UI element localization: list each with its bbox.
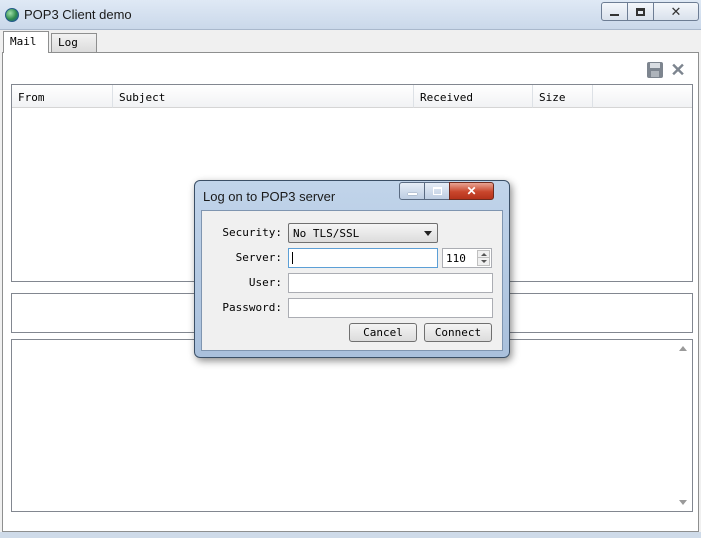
chevron-down-icon (424, 231, 432, 236)
scroll-up-icon[interactable] (679, 346, 687, 351)
security-selected-value: No TLS/SSL (293, 227, 360, 240)
minimize-icon (407, 193, 417, 195)
port-value: 110 (446, 252, 466, 265)
tab-log[interactable]: Log (51, 33, 97, 52)
spin-down-icon[interactable] (477, 257, 490, 266)
close-button[interactable]: ✕ (653, 2, 699, 21)
close-icon: ✕ (670, 3, 682, 19)
dialog-window-controls: ✕ (399, 182, 494, 200)
security-label: Security: (222, 226, 282, 239)
server-input[interactable] (288, 248, 438, 268)
vertical-scrollbar[interactable] (675, 340, 692, 511)
security-select[interactable]: No TLS/SSL (288, 223, 438, 243)
dialog-title: Log on to POP3 server (203, 189, 336, 204)
save-icon[interactable] (647, 62, 663, 78)
window-bottom-edge (0, 532, 701, 538)
server-label: Server: (235, 251, 282, 264)
password-input[interactable] (288, 298, 493, 318)
dialog-close-button[interactable]: ✕ (449, 182, 494, 200)
minimize-icon (610, 13, 619, 16)
dialog-minimize-button[interactable] (399, 182, 425, 200)
text-caret (292, 252, 293, 264)
user-label: User: (248, 276, 282, 289)
port-stepper[interactable]: 110 (442, 248, 492, 268)
main-titlebar: POP3 Client demo ✕ (0, 0, 701, 30)
minimize-button[interactable] (601, 2, 628, 21)
password-label: Password: (222, 301, 282, 314)
delete-icon[interactable]: ✕ (670, 61, 686, 79)
window-controls: ✕ (601, 2, 699, 22)
maximize-button[interactable] (627, 2, 654, 21)
scroll-down-icon[interactable] (679, 500, 687, 505)
maximize-icon (636, 7, 645, 16)
cancel-button[interactable]: Cancel (349, 323, 417, 342)
tab-mail[interactable]: Mail (3, 31, 49, 53)
dialog-body: Security: No TLS/SSL Server: 110 User: P… (201, 210, 503, 351)
connect-button[interactable]: Connect (424, 323, 492, 342)
close-icon: ✕ (466, 184, 477, 198)
message-body-area[interactable] (11, 339, 693, 512)
column-from[interactable]: From (12, 85, 113, 108)
logon-dialog: Log on to POP3 server ✕ Security: No TLS… (194, 180, 510, 358)
column-filler (593, 85, 692, 108)
column-subject[interactable]: Subject (113, 85, 414, 108)
app-globe-icon (5, 8, 19, 22)
column-received[interactable]: Received (414, 85, 533, 108)
maximize-icon (432, 187, 442, 195)
window-title: POP3 Client demo (24, 7, 132, 22)
column-size[interactable]: Size (533, 85, 593, 108)
dialog-maximize-button[interactable] (424, 182, 450, 200)
user-input[interactable] (288, 273, 493, 293)
